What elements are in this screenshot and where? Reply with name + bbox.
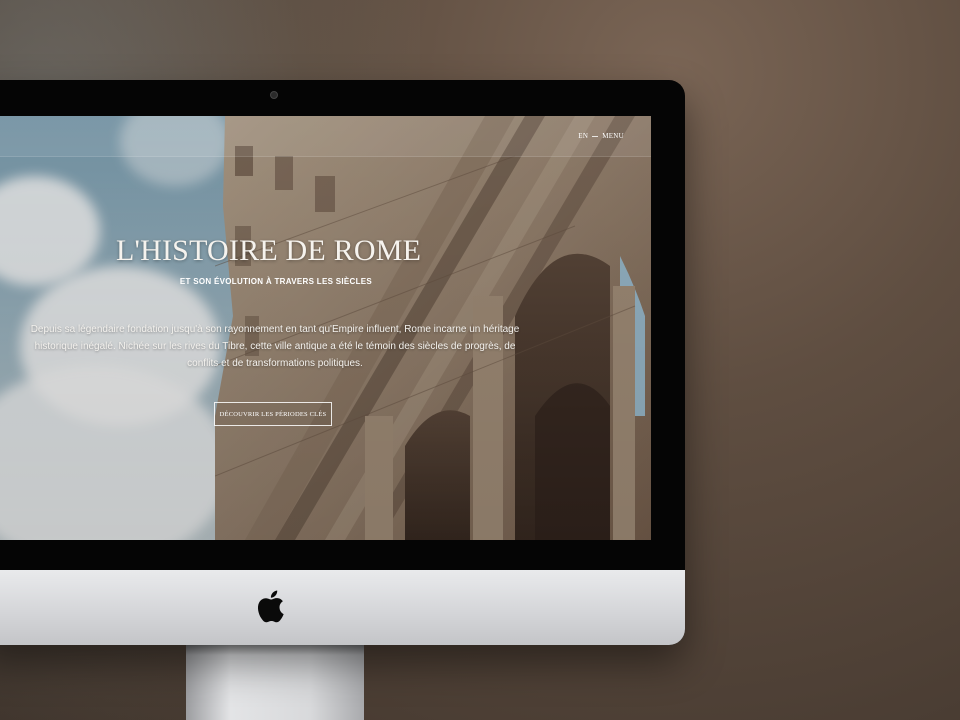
site-header: EN MENU: [0, 116, 651, 157]
language-switch[interactable]: EN: [578, 132, 588, 140]
hero-paragraph: Depuis sa légendaire fondation jusqu'à s…: [30, 324, 520, 369]
hero-subtitle: ET SON ÉVOLUTION À TRAVERS LES SIÈCLES: [179, 277, 373, 286]
site-nav: EN MENU: [578, 132, 624, 140]
menu-icon[interactable]: [592, 135, 599, 137]
apple-icon: [257, 590, 284, 623]
monitor-stand: [186, 645, 364, 720]
menu-button[interactable]: MENU: [602, 132, 624, 140]
website-screen: EN MENU L'HISTOIRE DE ROME ET SON ÉVOLUT…: [0, 116, 651, 540]
camera-icon: [270, 91, 278, 99]
monitor-chin: [0, 570, 685, 645]
stand-shadow: [186, 645, 364, 655]
hero-title: L'HISTOIRE DE ROME: [116, 234, 422, 267]
discover-periods-button[interactable]: DÉCOUVRIR LES PÉRIODES CLÉS: [214, 402, 332, 426]
